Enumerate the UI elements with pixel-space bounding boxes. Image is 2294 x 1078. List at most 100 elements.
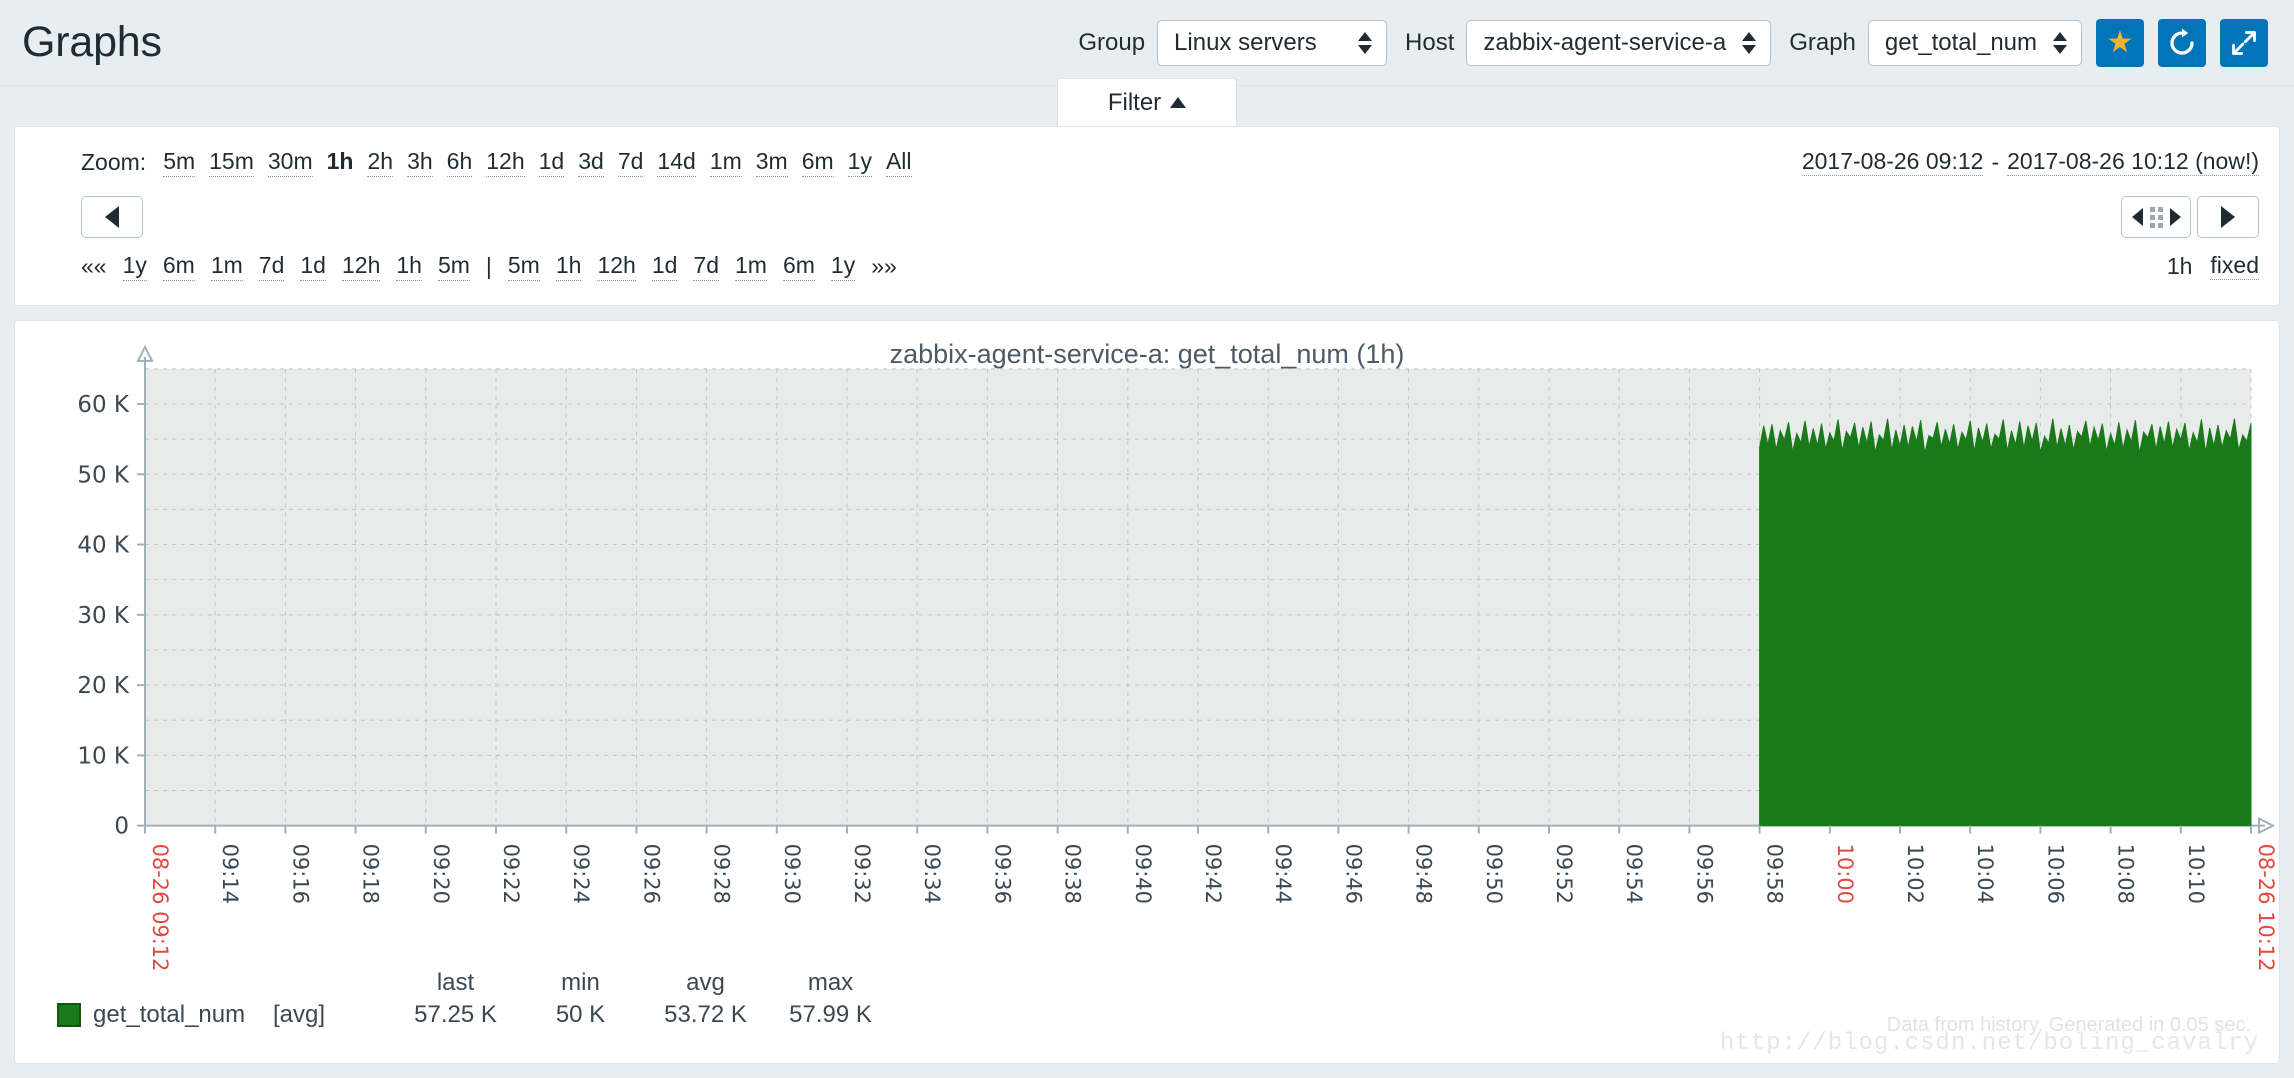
legend-series-agg: [avg]	[273, 1001, 326, 1028]
scroll-right-button[interactable]	[2197, 196, 2259, 238]
svg-text:08-26 10:12: 08-26 10:12	[2254, 844, 2278, 972]
zoom-link-6m[interactable]: 6m	[801, 148, 834, 177]
legend-value-last: 57.25 K	[414, 1001, 497, 1028]
scroll-right-group	[2121, 196, 2259, 238]
refresh-button[interactable]	[2158, 18, 2206, 67]
svg-text:10:04: 10:04	[1973, 844, 1997, 904]
svg-text:09:16: 09:16	[288, 844, 312, 904]
svg-text:09:54: 09:54	[1622, 844, 1646, 904]
quick-back-6m[interactable]: 6m	[162, 252, 195, 281]
zoom-row: Zoom: 5m 15m 30m 1h 2h 3h 6h 12h 1d 3d 7…	[35, 141, 2259, 183]
fullscreen-button[interactable]	[2220, 18, 2268, 67]
quick-fwd-1h[interactable]: 1h	[555, 252, 582, 281]
zoom-link-3h[interactable]: 3h	[407, 148, 433, 177]
quick-fwd-1d[interactable]: 1d	[651, 252, 678, 281]
svg-text:09:14: 09:14	[218, 844, 242, 904]
quick-fwd-1m[interactable]: 1m	[735, 252, 767, 281]
quick-suffix[interactable]: »»	[871, 253, 897, 280]
quick-back-1d[interactable]: 1d	[300, 252, 326, 281]
legend-header-row: last min avg max	[57, 969, 893, 997]
drag-handle-icon	[2149, 206, 2163, 228]
legend-header-last: last	[436, 969, 475, 996]
zoom-link-all[interactable]: All	[885, 148, 912, 177]
zoom-link-15m[interactable]: 15m	[209, 148, 254, 177]
zoom-link-3m[interactable]: 3m	[755, 148, 788, 177]
zoom-link-1d[interactable]: 1d	[538, 148, 565, 177]
group-select-value: Linux servers	[1174, 28, 1317, 56]
host-select[interactable]: zabbix-agent-service-a	[1466, 19, 1772, 66]
quick-fwd-12h[interactable]: 12h	[597, 252, 636, 281]
svg-text:09:24: 09:24	[569, 844, 593, 904]
header-controls: Group Linux servers Host zabbix-agent-se…	[1078, 18, 2268, 67]
quick-fwd-7d[interactable]: 7d	[693, 252, 719, 281]
arrow-right-icon	[2169, 208, 2181, 226]
legend-series-row: get_total_num [avg] 57.25 K 50 K 53.72 K…	[57, 1001, 893, 1029]
quick-fwd-1y[interactable]: 1y	[830, 252, 856, 281]
svg-text:09:48: 09:48	[1412, 844, 1436, 904]
quick-back-1h[interactable]: 1h	[396, 252, 422, 281]
svg-text:10:00: 10:00	[1833, 844, 1857, 904]
scroll-left-button[interactable]	[81, 196, 143, 238]
zoom-link-7d[interactable]: 7d	[617, 148, 644, 177]
quick-fwd-5m[interactable]: 5m	[507, 252, 540, 281]
filter-tab[interactable]: Filter	[1057, 78, 1237, 126]
svg-text:10:10: 10:10	[2184, 844, 2208, 904]
zoom-link-1m[interactable]: 1m	[709, 148, 742, 177]
svg-text:10:02: 10:02	[1903, 844, 1927, 904]
time-drag-handle[interactable]	[2121, 196, 2191, 238]
chevron-updown-icon	[1742, 31, 1757, 54]
legend-color-swatch	[57, 1003, 81, 1027]
zoom-link-1y[interactable]: 1y	[847, 148, 872, 177]
zoom-link-14d[interactable]: 14d	[657, 148, 696, 177]
svg-text:09:50: 09:50	[1482, 844, 1506, 904]
quick-prefix[interactable]: ««	[81, 253, 107, 280]
svg-text:09:58: 09:58	[1763, 844, 1787, 904]
period-label: 1h	[2166, 252, 2193, 279]
svg-text:40 K: 40 K	[77, 533, 130, 559]
graph-panel: zabbix-agent-service-a: get_total_num (1…	[14, 320, 2280, 1064]
watermark-text: http://blog.csdn.net/boling_cavalry	[1719, 1030, 2259, 1057]
quick-back-1y[interactable]: 1y	[122, 252, 147, 281]
legend-value-max: 57.99 K	[789, 1001, 872, 1028]
zoom-link-6h[interactable]: 6h	[446, 148, 473, 177]
favorite-button[interactable]: ★	[2096, 18, 2144, 67]
range-from[interactable]: 2017-08-26 09:12	[1801, 148, 1984, 176]
filter-tab-strip: Filter	[0, 78, 2294, 126]
zoom-link-30m[interactable]: 30m	[267, 148, 313, 177]
quick-back-5m[interactable]: 5m	[437, 252, 470, 281]
time-filter-panel: Zoom: 5m 15m 30m 1h 2h 3h 6h 12h 1d 3d 7…	[14, 126, 2280, 306]
zoom-link-1h[interactable]: 1h	[327, 148, 354, 176]
svg-text:30 K: 30 K	[77, 603, 130, 629]
host-select-value: zabbix-agent-service-a	[1483, 28, 1727, 56]
chevron-updown-icon	[2053, 31, 2067, 54]
svg-text:09:28: 09:28	[710, 844, 734, 904]
quick-back-1m[interactable]: 1m	[210, 252, 243, 281]
star-icon: ★	[2106, 25, 2134, 59]
refresh-icon	[2170, 28, 2194, 55]
chevron-updown-icon	[1358, 31, 1373, 54]
zoom-link-5m[interactable]: 5m	[163, 148, 196, 177]
svg-text:09:40: 09:40	[1131, 844, 1155, 904]
quick-separator: |	[485, 252, 492, 279]
quick-back-12h[interactable]: 12h	[341, 252, 381, 281]
zoom-link-2h[interactable]: 2h	[367, 148, 394, 177]
legend-header-avg: avg	[686, 969, 725, 996]
range-to[interactable]: 2017-08-26 10:12 (now!)	[2007, 148, 2259, 176]
quick-back-7d[interactable]: 7d	[258, 252, 285, 281]
quick-fwd-6m[interactable]: 6m	[782, 252, 815, 281]
svg-text:0: 0	[114, 814, 129, 840]
graph-plot[interactable]: 0 10 K 20 K 30 K 40 K 50 K 60 K 08-26 09:12 09:1…	[15, 321, 2279, 1063]
group-select[interactable]: Linux servers	[1157, 19, 1388, 66]
svg-text:08-26 09:12: 08-26 09:12	[148, 844, 172, 972]
graph-select[interactable]: get_total_num	[1867, 19, 2082, 66]
fixed-toggle[interactable]: fixed	[2210, 252, 2259, 280]
arrow-left-icon	[2131, 208, 2143, 226]
svg-text:09:42: 09:42	[1201, 844, 1225, 904]
zoom-link-12h[interactable]: 12h	[486, 148, 525, 177]
svg-text:09:18: 09:18	[359, 844, 383, 904]
range-separator: -	[1991, 148, 2000, 175]
svg-text:10:08: 10:08	[2114, 844, 2138, 904]
zoom-link-3d[interactable]: 3d	[578, 148, 604, 177]
page-title: Graphs	[22, 18, 162, 66]
legend-header-min: min	[561, 969, 600, 996]
